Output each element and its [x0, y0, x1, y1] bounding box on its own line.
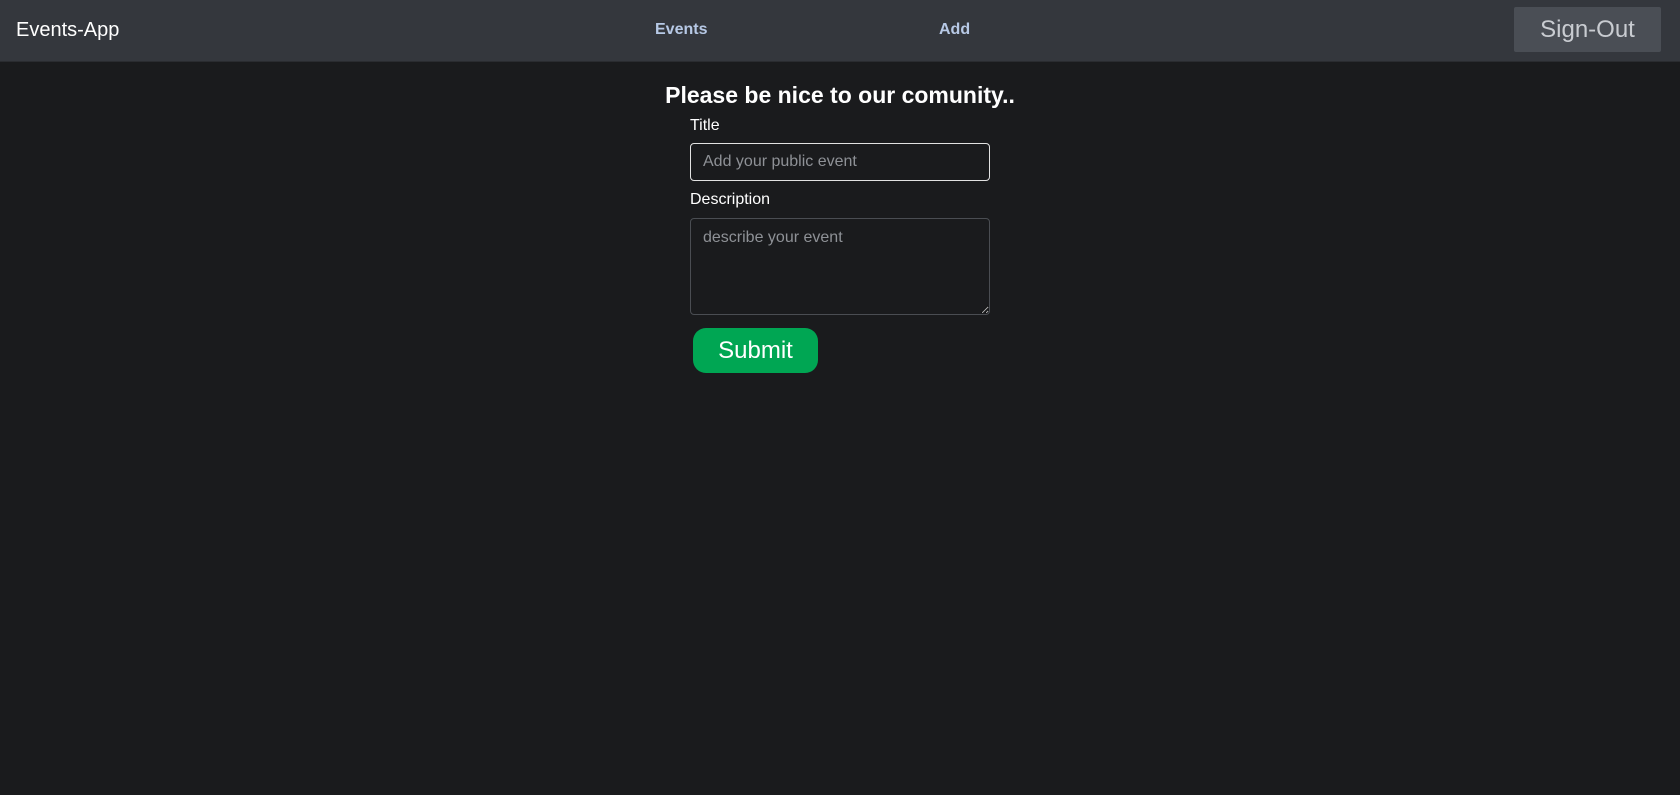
- description-label: Description: [690, 191, 771, 208]
- title-input[interactable]: [690, 143, 990, 181]
- nav-link-add[interactable]: Add: [939, 20, 970, 40]
- navbar: Events-App Events Add Sign-Out: [0, 0, 1680, 62]
- submit-button[interactable]: Submit: [693, 328, 818, 373]
- nav-link-events[interactable]: Events: [655, 20, 707, 40]
- description-textarea[interactable]: [690, 218, 990, 315]
- title-label: Title: [690, 117, 720, 134]
- brand-logo[interactable]: Events-App: [16, 17, 119, 43]
- sign-out-button[interactable]: Sign-Out: [1514, 7, 1661, 52]
- page-heading: Please be nice to our comunity..: [665, 82, 1015, 108]
